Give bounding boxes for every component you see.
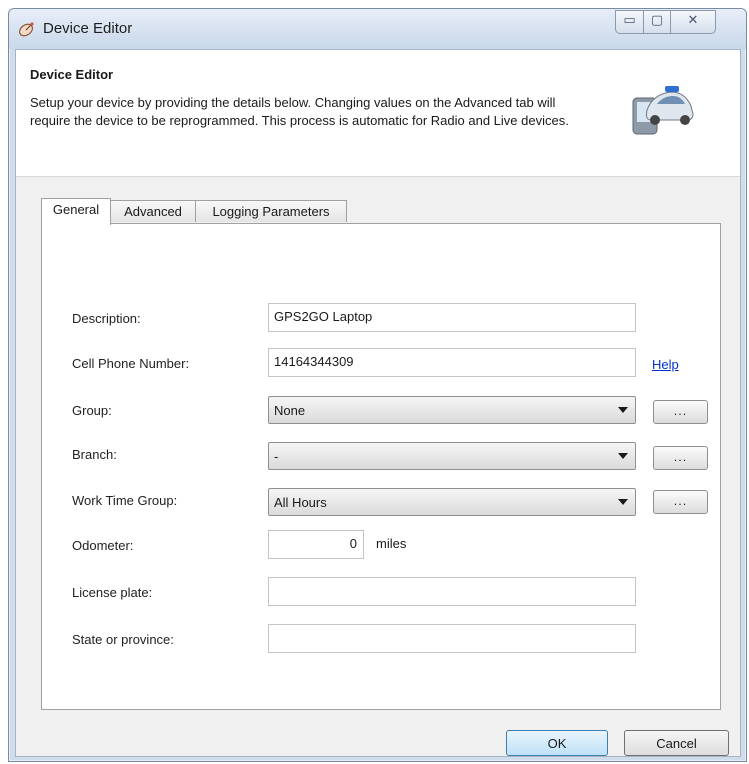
tab-label: Logging Parameters: [212, 204, 330, 219]
close-icon: ✕: [687, 13, 699, 28]
maximize-icon: ▢: [650, 13, 664, 28]
odometer-units: miles: [376, 536, 407, 551]
close-button[interactable]: ✕: [670, 10, 716, 34]
satellite-dish-icon: [18, 22, 34, 37]
worktime-label: Work Time Group:: [72, 493, 178, 508]
branch-label: Branch:: [72, 447, 117, 462]
odometer-label: Odometer:: [72, 538, 134, 553]
header-title: Device Editor: [30, 67, 114, 82]
help-link[interactable]: Help: [652, 357, 679, 372]
group-label: Group:: [72, 403, 112, 418]
dropdown-arrow-icon: [618, 453, 628, 459]
branch-value: -: [274, 449, 279, 464]
minimize-icon: ▭: [623, 13, 636, 28]
description-field[interactable]: GPS2GO Laptop: [268, 303, 636, 332]
device-car-icon: [632, 86, 694, 135]
ok-button[interactable]: OK: [506, 730, 608, 756]
tab-advanced[interactable]: Advanced: [110, 200, 196, 222]
state-label: State or province:: [72, 632, 174, 647]
license-label: License plate:: [72, 585, 153, 600]
tab-general[interactable]: General: [41, 198, 111, 225]
license-field[interactable]: [268, 577, 636, 606]
dropdown-arrow-icon: [618, 499, 628, 505]
odometer-field[interactable]: 0: [268, 530, 364, 559]
header-panel: Device Editor Setup your device by provi…: [16, 50, 740, 177]
tab-label: Advanced: [124, 204, 182, 219]
branch-select[interactable]: -: [268, 442, 636, 470]
branch-browse-button[interactable]: ...: [653, 446, 708, 470]
phone-label: Cell Phone Number:: [72, 356, 190, 371]
worktime-value: All Hours: [274, 495, 327, 510]
tab-label: General: [52, 202, 100, 217]
window-title: Device Editor: [43, 20, 133, 37]
description-label: Description:: [72, 311, 141, 326]
worktime-select[interactable]: All Hours: [268, 488, 636, 516]
cancel-button[interactable]: Cancel: [624, 730, 729, 756]
header-description: Setup your device by providing the detai…: [30, 95, 569, 128]
device-editor-window: Device Editor ▭ ▢ ✕ Device Editor Setup …: [8, 8, 747, 762]
group-value: None: [274, 403, 306, 418]
group-browse-button[interactable]: ...: [653, 400, 708, 424]
maximize-button[interactable]: ▢: [643, 10, 671, 34]
dropdown-arrow-icon: [618, 407, 628, 413]
general-tab-panel: Description: GPS2GO Laptop Cell Phone Nu…: [41, 223, 721, 710]
phone-field[interactable]: 14164344309: [268, 348, 636, 377]
title-bar[interactable]: Device Editor ▭ ▢ ✕: [9, 9, 746, 49]
dialog-body: Device Editor Setup your device by provi…: [15, 49, 741, 757]
group-select[interactable]: None: [268, 396, 636, 424]
tab-logging-parameters[interactable]: Logging Parameters: [195, 200, 347, 222]
state-field[interactable]: [268, 624, 636, 653]
worktime-browse-button[interactable]: ...: [653, 490, 708, 514]
minimize-button[interactable]: ▭: [615, 10, 644, 34]
